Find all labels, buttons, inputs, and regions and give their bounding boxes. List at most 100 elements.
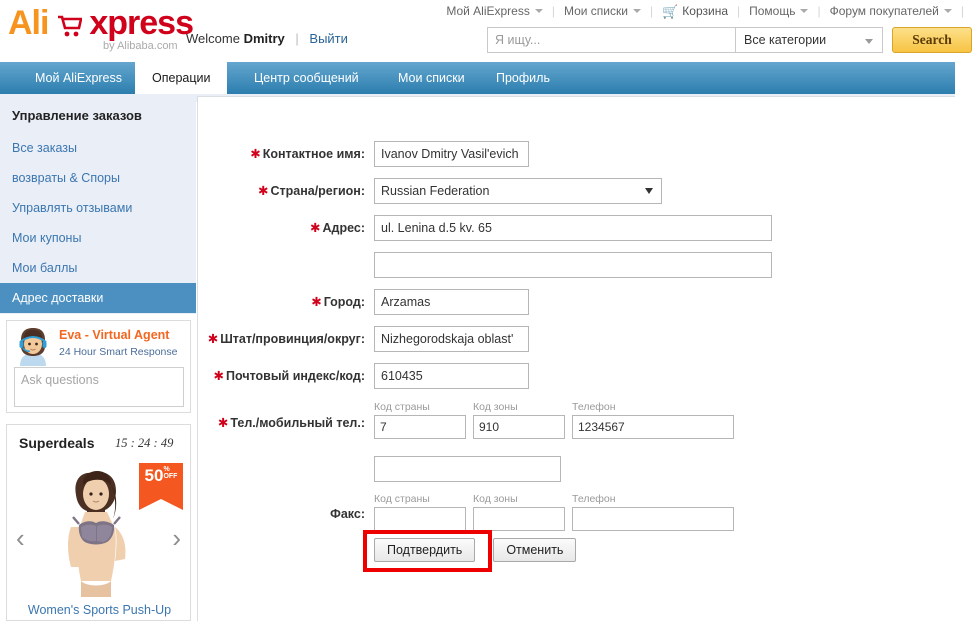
chevron-down-icon: [645, 188, 653, 194]
chevron-down-icon: [800, 9, 809, 13]
top-nav-label: Корзина: [682, 4, 728, 18]
nav-divider: |: [551, 4, 555, 18]
label-address-line-2: [198, 252, 374, 257]
superdeals-product-image[interactable]: [57, 467, 137, 597]
top-nav-label: Мои списки: [563, 4, 628, 18]
sidebar-item-my-coupons[interactable]: Мои купоны: [0, 223, 196, 253]
welcome-greeting: Welcome: [186, 31, 240, 46]
fax-area-code-input[interactable]: [473, 507, 565, 531]
form-row-state-province: ✱ Штат/провинция/округ:: [198, 326, 529, 352]
chevron-down-icon: [632, 9, 641, 13]
superdeals-title: Superdeals: [19, 435, 95, 451]
zip-code-input[interactable]: [374, 363, 529, 389]
form-row-country-region: ✱ Страна/регион: Russian Federation: [198, 178, 662, 204]
agent-subtitle: 24 Hour Smart Response: [59, 346, 178, 358]
tab-message-center[interactable]: Центр сообщений: [237, 62, 376, 94]
phone-extra-input[interactable]: [374, 456, 561, 482]
agent-question-input[interactable]: [14, 367, 184, 407]
chevron-down-icon: [534, 9, 543, 13]
label-actions-spacer: [198, 538, 374, 543]
logo-text-ali: Ali: [8, 4, 49, 42]
phone-number-label: Телефон: [572, 401, 616, 413]
sidebar-item-returns-disputes[interactable]: возвраты & Споры: [0, 163, 196, 193]
state-province-input[interactable]: [374, 326, 529, 352]
search-bar: Все категории Search: [487, 27, 972, 53]
fax-number-input[interactable]: [572, 507, 734, 531]
required-asterisk: ✱: [250, 147, 261, 161]
fax-area-code-label: Код зоны: [473, 493, 518, 505]
form-row-fax: Факс: Код страны Код зоны Телефон: [198, 493, 741, 531]
search-button[interactable]: Search: [892, 27, 972, 53]
tab-profile[interactable]: Профиль: [479, 62, 567, 94]
phone-country-code-input[interactable]: [374, 415, 466, 439]
fax-country-code-input[interactable]: [374, 507, 466, 531]
sidebar-item-shipping-address[interactable]: Адрес доставки: [0, 283, 196, 313]
phone-number-input[interactable]: [572, 415, 734, 439]
fax-input-group: Код страны Код зоны Телефон: [374, 493, 741, 531]
label-zip-code: ✱ Почтовый индекс/код:: [213, 369, 365, 383]
form-row-city: ✱ Город:: [198, 289, 529, 315]
nav-divider: |: [737, 4, 741, 18]
logo-text-xpress: xpress: [89, 4, 194, 42]
form-row-address-line-1: ✱ Адрес:: [198, 215, 772, 241]
label-phone-extra: [198, 456, 374, 461]
phone-country-code-field: Код страны: [374, 401, 466, 439]
superdeals-panel: Superdeals 15 : 24 : 49 50% OFF ‹ › Women…: [6, 424, 191, 621]
aliexpress-logo[interactable]: Ali xpress: [8, 4, 194, 42]
phone-area-code-label: Код зоны: [473, 401, 518, 413]
logout-link[interactable]: Выйти: [309, 31, 348, 46]
label-city: ✱ Город:: [311, 295, 365, 309]
required-asterisk: ✱: [257, 184, 269, 198]
tab-my-aliexpress[interactable]: Мой AliExpress: [18, 62, 139, 94]
brand-header: Ali xpress by Alibaba.com Welcome Dmitry…: [8, 4, 478, 54]
search-input[interactable]: [487, 27, 735, 53]
form-row-address-line-2: [198, 252, 772, 278]
welcome-divider: |: [295, 31, 299, 46]
cancel-button[interactable]: Отменить: [493, 538, 577, 562]
top-nav-item-help[interactable]: Помощь: [749, 4, 809, 18]
top-nav-item-my-lists[interactable]: Мои списки: [564, 4, 641, 18]
superdeals-countdown: 15 : 24 : 49: [115, 436, 174, 450]
superdeals-product-title[interactable]: Women's Sports Push-Up: [7, 603, 190, 617]
welcome-bar: Welcome Dmitry | Выйти: [186, 31, 348, 46]
required-asterisk: ✱: [213, 369, 225, 383]
chevron-down-icon: [865, 39, 873, 44]
sidebar-item-my-points[interactable]: Мои баллы: [0, 253, 196, 283]
fax-country-code-field: Код страны: [374, 493, 466, 531]
nav-divider: |: [817, 4, 821, 18]
top-nav-item-cart[interactable]: 🛒 Корзина: [662, 4, 728, 18]
label-phone: ✱ Тел./мобильный тел.:: [217, 416, 365, 430]
chevron-down-icon: [943, 9, 952, 13]
logo-byline: by Alibaba.com: [103, 40, 178, 52]
chevron-right-icon[interactable]: ›: [172, 525, 181, 551]
agent-avatar-icon: [14, 326, 52, 366]
phone-number-field: Телефон: [572, 401, 734, 439]
virtual-agent-panel: Eva - Virtual Agent 24 Hour Smart Respon…: [6, 320, 191, 413]
form-row-phone: ✱Тел./мобильный тел.: Код страны Код зон…: [198, 401, 741, 439]
nav-divider: |: [649, 4, 654, 18]
form-actions: Подтвердить Отменить: [198, 538, 577, 562]
city-input[interactable]: [374, 289, 529, 315]
phone-area-code-input[interactable]: [473, 415, 565, 439]
country-region-value: Russian Federation: [381, 184, 490, 198]
address-line-2-input[interactable]: [374, 252, 772, 278]
fax-area-code-field: Код зоны: [473, 493, 565, 531]
label-state-province: ✱ Штат/провинция/округ:: [207, 332, 365, 346]
chevron-left-icon[interactable]: ‹: [16, 525, 25, 551]
contact-name-input[interactable]: [374, 141, 529, 167]
agent-title: Eva - Virtual Agent: [59, 328, 170, 342]
tab-operations[interactable]: Операции: [135, 62, 228, 94]
top-nav-item-buyer-forum[interactable]: Форум покупателей: [830, 4, 952, 18]
form-row-contact-name: ✱ Контактное имя:: [198, 141, 529, 167]
fax-number-field: Телефон: [572, 493, 734, 531]
phone-country-code-label: Код страны: [374, 401, 430, 413]
required-asterisk: ✱: [217, 416, 229, 430]
submit-button[interactable]: Подтвердить: [374, 538, 476, 562]
country-region-select[interactable]: Russian Federation: [374, 178, 662, 204]
sidebar-item-manage-feedback[interactable]: Управлять отзывами: [0, 193, 196, 223]
shopping-cart-icon: [56, 13, 82, 37]
address-line-1-input[interactable]: [374, 215, 772, 241]
tab-my-lists[interactable]: Мои списки: [381, 62, 482, 94]
sidebar-item-all-orders[interactable]: Все заказы: [0, 133, 196, 163]
category-select[interactable]: Все категории: [735, 27, 883, 53]
